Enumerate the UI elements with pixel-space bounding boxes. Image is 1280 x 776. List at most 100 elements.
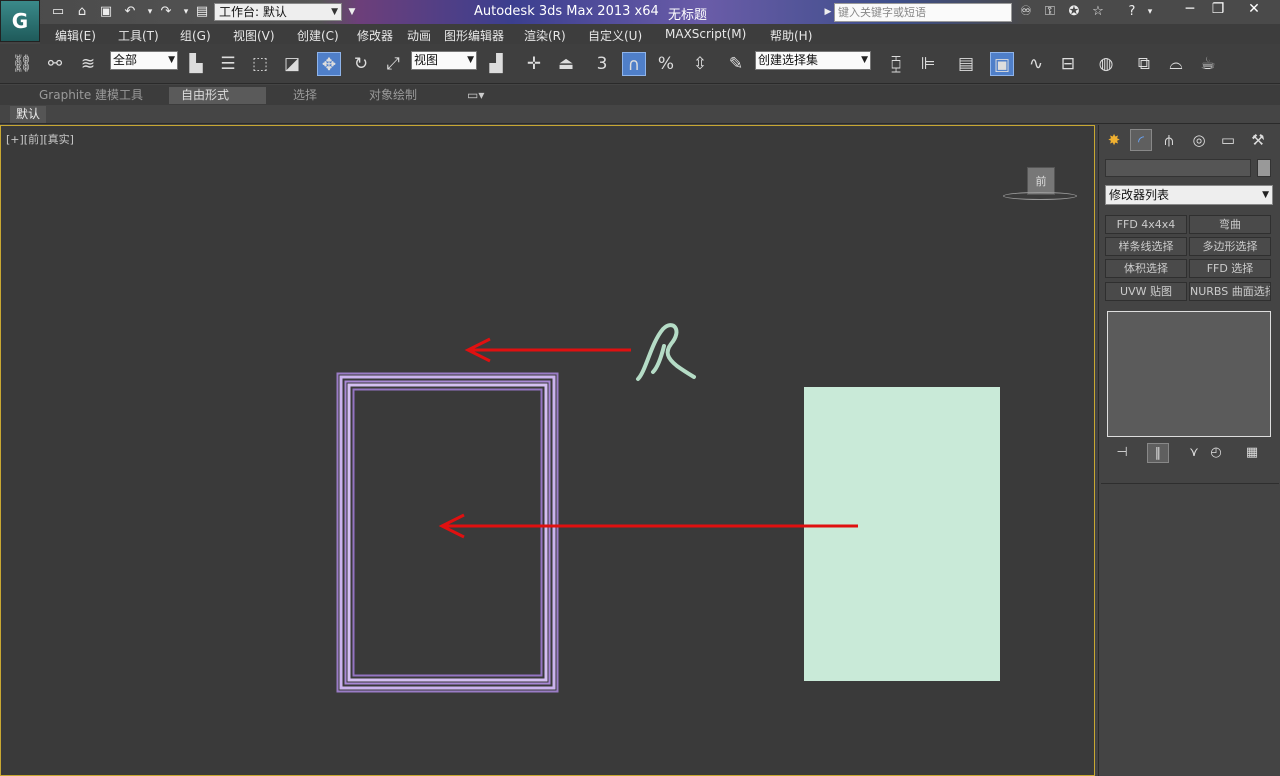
menu-graph-editors[interactable]: 图形编辑器 (444, 27, 504, 44)
minimize-icon[interactable]: ─ (1176, 0, 1204, 18)
curve-editor-icon[interactable]: ∿ (1024, 52, 1048, 76)
front-viewport[interactable]: [+][前][真实] 前 (0, 125, 1095, 776)
app-logo-button[interactable]: G (0, 0, 40, 42)
show-end-result-icon[interactable]: ∥ (1147, 443, 1169, 463)
menu-help[interactable]: 帮助(H) (770, 27, 812, 44)
undo-dropdown-icon[interactable]: ▾ (142, 4, 158, 20)
modifier-button-spline-select[interactable]: 样条线选择 (1105, 237, 1187, 256)
tab-graphite-modeling[interactable]: Graphite 建模工具 (27, 87, 155, 104)
modify-tab-icon[interactable]: ◜ (1130, 129, 1152, 151)
favorites-star-icon[interactable]: ☆ (1090, 4, 1106, 20)
redo-dropdown-icon[interactable]: ▾ (178, 4, 194, 20)
rectangular-selection-icon[interactable]: ⬚ (248, 52, 272, 76)
modifier-button-ffd-select[interactable]: FFD 选择 (1189, 259, 1271, 278)
help-dropdown-icon[interactable]: ▾ (1142, 4, 1158, 20)
menu-tools[interactable]: 工具(T) (118, 27, 159, 44)
redo-icon[interactable]: ↷ (158, 4, 174, 20)
modifier-button-uvw-map[interactable]: UVW 贴图 (1105, 282, 1187, 301)
link-icon[interactable]: ⛓ (10, 52, 34, 76)
restore-icon[interactable]: ❐ (1204, 0, 1232, 18)
object-color-swatch[interactable] (1257, 159, 1271, 177)
menu-rendering[interactable]: 渲染(R) (524, 27, 566, 44)
create-tab-icon[interactable]: ✸ (1103, 129, 1125, 151)
keyboard-shortcut-override-icon[interactable]: ⏏ (554, 52, 578, 76)
render-setup-icon[interactable]: ⧉ (1132, 52, 1156, 76)
hierarchy-tab-icon[interactable]: ⫛ (1158, 129, 1180, 151)
undo-icon[interactable]: ↶ (122, 4, 138, 20)
snaps-toggle-icon[interactable]: 3 (590, 52, 614, 76)
graphite-ribbon-toggle-icon[interactable]: ▣ (990, 52, 1014, 76)
material-editor-icon[interactable]: ◍ (1094, 52, 1118, 76)
mirror-icon[interactable]: ⧮ (884, 52, 908, 76)
pin-stack-icon[interactable]: ⊣ (1111, 443, 1133, 463)
menu-maxscript[interactable]: MAXScript(M) (665, 27, 746, 41)
spinner-snap-icon[interactable]: ⇳ (688, 52, 712, 76)
tab-object-paint[interactable]: 对象绘制 (357, 87, 429, 104)
select-by-name-icon[interactable]: ☰ (216, 52, 240, 76)
modifier-button-volume-select[interactable]: 体积选择 (1105, 259, 1187, 278)
motion-tab-icon[interactable]: ◎ (1188, 129, 1210, 151)
viewcube[interactable]: 前 (1003, 164, 1077, 204)
layer-manager-icon[interactable]: ▤ (954, 52, 978, 76)
subscription-key-icon[interactable]: ⚿ (1042, 4, 1058, 20)
select-and-rotate-icon[interactable]: ↻ (349, 52, 373, 76)
select-object-icon[interactable]: ▙ (184, 52, 208, 76)
modifier-stack-view[interactable] (1107, 311, 1271, 437)
select-and-scale-icon[interactable]: ⤢ (381, 52, 405, 76)
menu-group[interactable]: 组(G) (180, 27, 211, 44)
unlink-icon[interactable]: ⚯ (43, 52, 67, 76)
tab-selection[interactable]: 选择 (281, 87, 329, 104)
rendered-frame-window-icon[interactable]: ⌓ (1164, 52, 1188, 76)
search-input[interactable]: 键入关键字或短语 (834, 3, 1012, 22)
schematic-view-icon[interactable]: ⊟ (1056, 52, 1080, 76)
pivot-center-icon[interactable]: ▟ (484, 52, 508, 76)
angle-snap-icon[interactable]: ∩ (622, 52, 646, 76)
named-selection-set-select[interactable]: 创建选择集 ▼ (755, 51, 871, 70)
menu-modifiers[interactable]: 修改器 (357, 27, 393, 44)
remove-modifier-icon[interactable]: ◴ (1205, 443, 1227, 463)
quick-access-dropdown-icon[interactable]: ▼ (344, 4, 360, 20)
selection-filter-select[interactable]: 全部 ▼ (110, 51, 178, 70)
new-file-icon[interactable]: ▭ (50, 4, 66, 20)
picture-frame-object[interactable] (336, 372, 559, 693)
window-crossing-icon[interactable]: ◪ (280, 52, 304, 76)
modifier-button-bend[interactable]: 弯曲 (1189, 215, 1271, 234)
align-icon[interactable]: ⊫ (916, 52, 940, 76)
utilities-tab-icon[interactable]: ⚒ (1247, 129, 1269, 151)
ribbon-panel-default[interactable]: 默认 (10, 106, 47, 123)
modifier-button-ffd-4x4x4[interactable]: FFD 4x4x4 (1105, 215, 1187, 234)
save-file-icon[interactable]: ▣ (98, 4, 114, 20)
menu-animation[interactable]: 动画 (407, 27, 431, 44)
object-name-field[interactable] (1105, 159, 1251, 177)
image-plane-object[interactable] (804, 387, 1000, 681)
ribbon-options-dropdown-icon[interactable]: ▭▾ (455, 87, 496, 104)
modifier-list-select[interactable]: 修改器列表 ▼ (1105, 185, 1273, 205)
display-tab-icon[interactable]: ▭ (1217, 129, 1239, 151)
tab-freeform[interactable]: 自由形式 (169, 87, 266, 104)
make-unique-icon[interactable]: ⋎ (1183, 443, 1205, 463)
menu-customize[interactable]: 自定义(U) (588, 27, 642, 44)
help-icon[interactable]: ? (1124, 4, 1140, 20)
modifier-button-nurbs-surface-select[interactable]: NURBS 曲面选择 (1189, 282, 1271, 301)
reference-coordinate-select[interactable]: 视图 ▼ (411, 51, 477, 70)
select-and-move-icon[interactable]: ✥ (317, 52, 341, 76)
communication-icon[interactable]: ✪ (1066, 4, 1082, 20)
project-folder-icon[interactable]: ▤ (194, 4, 210, 20)
edit-named-selection-icon[interactable]: ✎ (724, 52, 748, 76)
workspace-select[interactable]: 工作台: 默认 ▼ (214, 3, 342, 21)
modifier-button-poly-select[interactable]: 多边形选择 (1189, 237, 1271, 256)
viewcube-front-face[interactable]: 前 (1027, 167, 1055, 195)
profile-spline-object[interactable] (636, 323, 696, 381)
open-file-icon[interactable]: ⌂ (74, 4, 90, 20)
bind-space-warp-icon[interactable]: ≋ (76, 52, 100, 76)
percent-snap-icon[interactable]: % (654, 52, 678, 76)
menu-views[interactable]: 视图(V) (233, 27, 275, 44)
viewcube-compass-ring[interactable] (1003, 192, 1077, 200)
close-icon[interactable]: ✕ (1240, 0, 1268, 18)
menu-edit[interactable]: 编辑(E) (55, 27, 96, 44)
configure-modifier-sets-icon[interactable]: ▦ (1241, 443, 1263, 463)
render-production-teapot-icon[interactable]: ☕ (1196, 52, 1220, 76)
menu-create[interactable]: 创建(C) (297, 27, 339, 44)
binoculars-icon[interactable]: ♾ (1018, 4, 1034, 20)
select-manipulate-icon[interactable]: ✛ (522, 52, 546, 76)
